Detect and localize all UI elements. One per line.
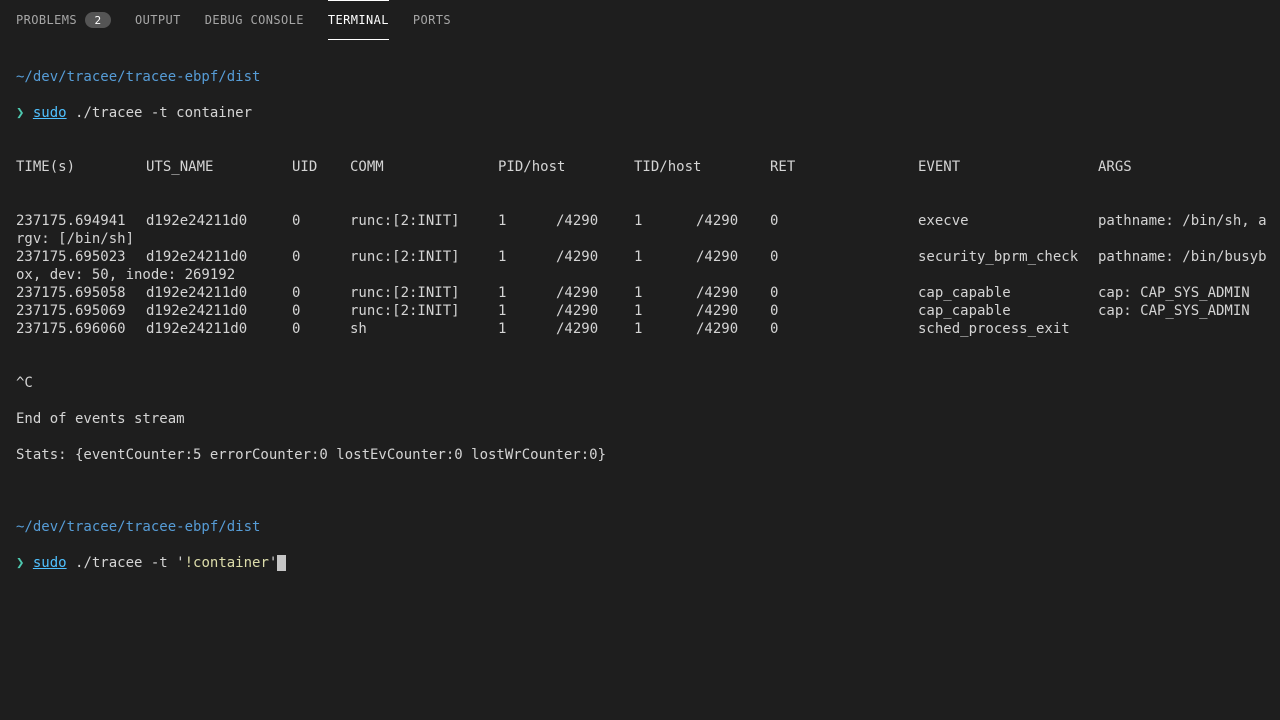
hdr-tid: TID/host <box>634 158 770 176</box>
hdr-event: EVENT <box>918 158 1098 176</box>
problems-badge: 2 <box>85 12 111 28</box>
tab-debug-label: DEBUG CONSOLE <box>205 13 304 27</box>
cwd-2: ~/dev/tracee/tracee-ebpf/dist <box>16 519 260 535</box>
cmd-1: ./tracee -t container <box>67 105 252 121</box>
prompt-symbol-2: ❯ <box>16 555 24 571</box>
table-row: 237175.696060d192e24211d00sh1/42901/4290… <box>16 320 1264 338</box>
cursor-icon <box>277 555 286 571</box>
end-of-stream: End of events stream <box>16 410 1264 428</box>
terminal-pane[interactable]: ~/dev/tracee/tracee-ebpf/dist ❯ sudo ./t… <box>0 40 1280 590</box>
tab-debug-console[interactable]: DEBUG CONSOLE <box>205 0 304 40</box>
tab-terminal[interactable]: TERMINAL <box>328 0 389 40</box>
tab-problems[interactable]: PROBLEMS 2 <box>16 0 111 40</box>
cmd-2c: ' <box>269 555 277 571</box>
table-row-wrap: ox, dev: 50, inode: 269192 <box>16 266 1264 284</box>
tab-output-label: OUTPUT <box>135 13 181 27</box>
hdr-ret: RET <box>770 158 918 176</box>
table-row-wrap: rgv: [/bin/sh] <box>16 230 1264 248</box>
table-row: 237175.695069d192e24211d00runc:[2:INIT]1… <box>16 302 1264 320</box>
sudo-1: sudo <box>33 105 67 121</box>
tab-output[interactable]: OUTPUT <box>135 0 181 40</box>
prompt-symbol: ❯ <box>16 105 24 121</box>
stats-line: Stats: {eventCounter:5 errorCounter:0 lo… <box>16 446 1264 464</box>
tab-terminal-label: TERMINAL <box>328 13 389 27</box>
hdr-uts: UTS_NAME <box>146 158 292 176</box>
table-row: 237175.694941d192e24211d00runc:[2:INIT]1… <box>16 212 1264 230</box>
cmd-2a: ./tracee -t ' <box>67 555 185 571</box>
table-row: 237175.695058d192e24211d00runc:[2:INIT]1… <box>16 284 1264 302</box>
tab-ports[interactable]: PORTS <box>413 0 451 40</box>
tab-problems-label: PROBLEMS <box>16 13 77 27</box>
hdr-time: TIME(s) <box>16 158 146 176</box>
cmd-2b: !container <box>185 555 269 571</box>
sigint: ^C <box>16 374 1264 392</box>
sudo-2: sudo <box>33 555 67 571</box>
panel-tabs: PROBLEMS 2 OUTPUT DEBUG CONSOLE TERMINAL… <box>0 0 1280 40</box>
hdr-uid: UID <box>292 158 350 176</box>
table-row: 237175.695023d192e24211d00runc:[2:INIT]1… <box>16 248 1264 266</box>
cwd: ~/dev/tracee/tracee-ebpf/dist <box>16 69 260 85</box>
table-header: TIME(s)UTS_NAMEUIDCOMMPID/hostTID/hostRE… <box>16 158 1264 176</box>
hdr-args: ARGS <box>1098 158 1132 176</box>
hdr-comm: COMM <box>350 158 498 176</box>
table-rows: 237175.694941d192e24211d00runc:[2:INIT]1… <box>16 212 1264 338</box>
hdr-pid: PID/host <box>498 158 634 176</box>
tab-ports-label: PORTS <box>413 13 451 27</box>
